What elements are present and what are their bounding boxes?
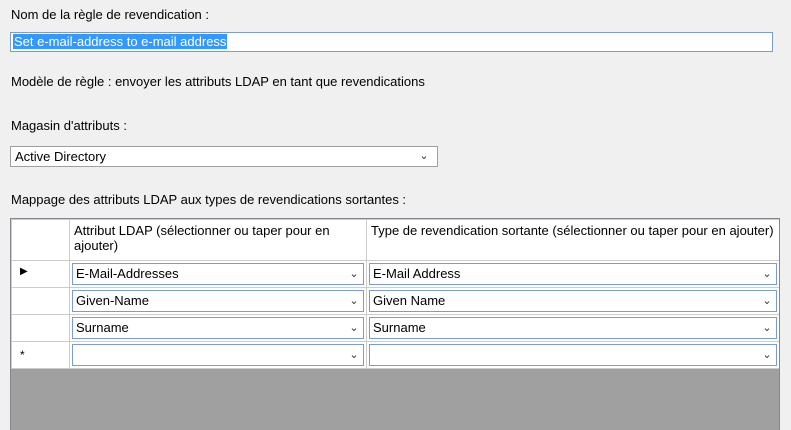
grid-header-row: Attribut LDAP (sélectionner ou taper pou… bbox=[11, 219, 779, 261]
claim-cell[interactable]: Surname ⌄ bbox=[366, 314, 779, 342]
chevron-down-icon[interactable]: ⌄ bbox=[760, 345, 774, 365]
grid-corner-cell bbox=[11, 219, 70, 261]
row-header[interactable] bbox=[11, 287, 70, 315]
ldap-cell[interactable]: E-Mail-Addresses ⌄ bbox=[69, 260, 367, 288]
attribute-store-select[interactable]: Active Directory ⌄ bbox=[10, 146, 438, 167]
rule-name-value: Set e-mail-address to e-mail address bbox=[13, 34, 228, 49]
ldap-attribute-value: E-Mail-Addresses bbox=[76, 266, 179, 281]
column-header-claim[interactable]: Type de revendication sortante (sélectio… bbox=[366, 219, 779, 261]
ldap-attribute-value: Surname bbox=[76, 320, 129, 335]
rule-name-label: Nom de la règle de revendication : bbox=[11, 7, 210, 22]
column-header-claim-label: Type de revendication sortante (sélectio… bbox=[371, 223, 774, 238]
chevron-down-icon[interactable]: ⌄ bbox=[760, 264, 774, 284]
column-header-ldap[interactable]: Attribut LDAP (sélectionner ou taper pou… bbox=[69, 219, 367, 261]
rule-name-input[interactable]: Set e-mail-address to e-mail address bbox=[10, 32, 773, 52]
claim-type-select[interactable]: Given Name ⌄ bbox=[369, 290, 777, 312]
chevron-down-icon[interactable]: ⌄ bbox=[347, 291, 361, 311]
row-header[interactable] bbox=[11, 314, 70, 342]
attribute-store-value: Active Directory bbox=[15, 149, 107, 164]
row-header[interactable]: ▶ bbox=[11, 260, 70, 288]
chevron-down-icon[interactable]: ⌄ bbox=[347, 345, 361, 365]
chevron-down-icon[interactable]: ⌄ bbox=[760, 291, 774, 311]
table-row[interactable]: Given-Name ⌄ Given Name ⌄ bbox=[11, 287, 779, 315]
claim-type-select[interactable]: E-Mail Address ⌄ bbox=[369, 263, 777, 285]
new-row-asterisk-icon: * bbox=[20, 348, 25, 362]
chevron-down-icon[interactable]: ⌄ bbox=[347, 264, 361, 284]
chevron-down-icon[interactable]: ⌄ bbox=[760, 318, 774, 338]
table-row[interactable]: ▶ E-Mail-Addresses ⌄ E-Mail Address ⌄ bbox=[11, 260, 779, 288]
chevron-down-icon[interactable]: ⌄ bbox=[417, 147, 431, 166]
table-row[interactable]: Surname ⌄ Surname ⌄ bbox=[11, 314, 779, 342]
attribute-store-label: Magasin d'attributs : bbox=[11, 118, 127, 133]
claim-cell[interactable]: E-Mail Address ⌄ bbox=[366, 260, 779, 288]
row-pointer-icon: ▶ bbox=[20, 266, 28, 277]
rule-template-text: Modèle de règle : envoyer les attributs … bbox=[11, 74, 425, 89]
column-header-ldap-label: Attribut LDAP (sélectionner ou taper pou… bbox=[74, 223, 330, 253]
claim-cell[interactable]: Given Name ⌄ bbox=[366, 287, 779, 315]
claim-type-select[interactable]: Surname ⌄ bbox=[369, 317, 777, 339]
claim-type-select[interactable]: ⌄ bbox=[369, 344, 777, 366]
claim-type-value: Surname bbox=[373, 320, 426, 335]
claim-type-value: E-Mail Address bbox=[373, 266, 461, 281]
chevron-down-icon[interactable]: ⌄ bbox=[347, 318, 361, 338]
ldap-cell[interactable]: Given-Name ⌄ bbox=[69, 287, 367, 315]
ldap-cell[interactable]: ⌄ bbox=[69, 341, 367, 369]
row-header[interactable]: * bbox=[11, 341, 70, 369]
ldap-attribute-select[interactable]: E-Mail-Addresses ⌄ bbox=[72, 263, 364, 285]
ldap-attribute-value: Given-Name bbox=[76, 293, 149, 308]
ldap-cell[interactable]: Surname ⌄ bbox=[69, 314, 367, 342]
ldap-attribute-select[interactable]: ⌄ bbox=[72, 344, 364, 366]
ldap-attribute-select[interactable]: Given-Name ⌄ bbox=[72, 290, 364, 312]
claim-cell[interactable]: ⌄ bbox=[366, 341, 779, 369]
mapping-label: Mappage des attributs LDAP aux types de … bbox=[11, 192, 407, 207]
claim-type-value: Given Name bbox=[373, 293, 446, 308]
ldap-attribute-select[interactable]: Surname ⌄ bbox=[72, 317, 364, 339]
table-row-new[interactable]: * ⌄ ⌄ bbox=[11, 341, 779, 369]
mapping-grid[interactable]: Attribut LDAP (sélectionner ou taper pou… bbox=[10, 218, 780, 430]
